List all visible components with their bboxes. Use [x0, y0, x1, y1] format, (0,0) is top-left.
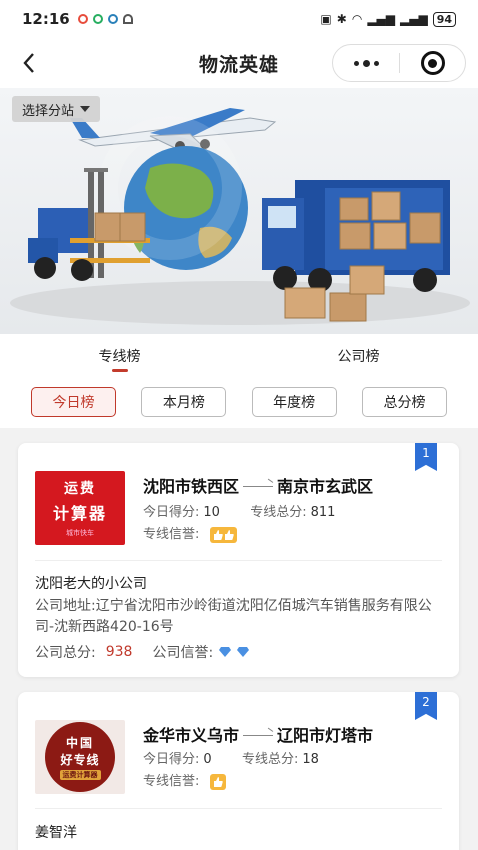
route-from: 沈阳市铁西区	[143, 477, 240, 496]
tab-company-ranking[interactable]: 公司榜	[239, 334, 478, 376]
rank-badge: 1	[415, 443, 437, 471]
ranking-card[interactable]: 1 运费 计算器 城市快车 沈阳市铁西区 南京市玄武区 今日得分: 10 专线总分…	[18, 443, 459, 677]
diamond-icon	[237, 647, 250, 657]
company-name: 姜智洋	[35, 825, 77, 841]
score-row: 今日得分: 0 专线总分: 18	[143, 752, 319, 767]
route: 沈阳市铁西区 南京市玄武区	[143, 473, 373, 497]
logistics-illustration	[10, 108, 470, 325]
thumbs-up-icon	[209, 773, 226, 790]
wifi-icon: ◠	[351, 12, 363, 26]
globe-icon	[98, 116, 248, 270]
nfc-icon: ▣	[320, 12, 332, 26]
target-icon	[420, 51, 445, 75]
company-logo: 运费 计算器 城市快车	[35, 471, 125, 545]
credit-row: 专线信誉:	[143, 770, 226, 790]
ranking-tabs: 专线榜 公司榜	[0, 334, 478, 376]
company-name: 沈阳老大的小公司	[35, 576, 147, 592]
diamond-icon	[219, 647, 232, 657]
today-score: 10	[203, 505, 220, 520]
close-miniprogram-button[interactable]	[400, 51, 465, 75]
credit-row: 专线信誉:	[143, 523, 237, 543]
arrow-right-icon	[243, 480, 274, 490]
line-total: 811	[310, 505, 336, 520]
bluetooth-icon: ✱	[336, 12, 347, 26]
station-selector[interactable]: 选择分站	[12, 96, 101, 122]
company-total: 938	[105, 644, 133, 660]
nav-bar: 物流英雄	[0, 38, 478, 88]
route-to: 辽阳市灯塔市	[277, 726, 374, 745]
page-title: 物流英雄	[198, 53, 279, 76]
arrow-right-icon	[243, 729, 274, 739]
status-time: 12:16	[22, 10, 70, 28]
company-total-row: 公司总分: 938 公司信誉:	[35, 642, 250, 662]
banner-image: 选择分站	[0, 88, 478, 334]
line-total: 18	[302, 752, 319, 767]
notification-icon	[107, 14, 118, 24]
notification-icon	[77, 14, 88, 24]
company-logo: 中国 好专线 运费计算器	[35, 720, 125, 794]
route-to: 南京市玄武区	[277, 477, 374, 496]
station-selector-label: 选择分站	[22, 103, 75, 119]
battery-icon: 94	[432, 11, 456, 27]
route-from: 金华市义乌市	[143, 726, 240, 745]
ranking-card[interactable]: 2 中国 好专线 运费计算器 金华市义乌市 辽阳市灯塔市 今日得分: 0 专线总分…	[18, 692, 459, 850]
speed-icon	[122, 14, 133, 24]
signal-icon: ▂▄▆	[367, 12, 395, 26]
status-icons: ▣ ✱ ◠ ▂▄▆ ▂▄▆ 94	[320, 11, 456, 27]
back-button[interactable]	[14, 48, 44, 78]
filter-total[interactable]: 总分榜	[361, 387, 447, 417]
mini-program-capsule	[332, 44, 466, 82]
filter-today[interactable]: 今日榜	[31, 387, 116, 417]
more-button[interactable]	[333, 45, 399, 81]
status-bar: 12:16 ▣ ✱ ◠ ▂▄▆ ▂▄▆ 94	[0, 0, 478, 38]
period-filters: 今日榜 本月榜 年度榜 总分榜	[0, 376, 478, 428]
score-row: 今日得分: 10 专线总分: 811	[143, 505, 336, 520]
company-address: 公司地址:辽宁省沈阳市沙岭街道沈阳亿佰城汽车销售服务有限公司-沈新西路420-1…	[35, 598, 432, 635]
route: 金华市义乌市 辽阳市灯塔市	[143, 722, 373, 746]
notification-icon	[92, 14, 103, 24]
rank-badge: 2	[415, 692, 437, 720]
chevron-left-icon	[23, 53, 34, 73]
tab-line-ranking[interactable]: 专线榜	[0, 334, 239, 376]
filter-month[interactable]: 本月榜	[141, 387, 227, 417]
thumbs-up-icon	[209, 526, 237, 543]
filter-year[interactable]: 年度榜	[251, 387, 337, 417]
today-score: 0	[203, 752, 212, 767]
signal-icon: ▂▄▆	[400, 12, 428, 26]
caret-down-icon	[80, 106, 91, 112]
